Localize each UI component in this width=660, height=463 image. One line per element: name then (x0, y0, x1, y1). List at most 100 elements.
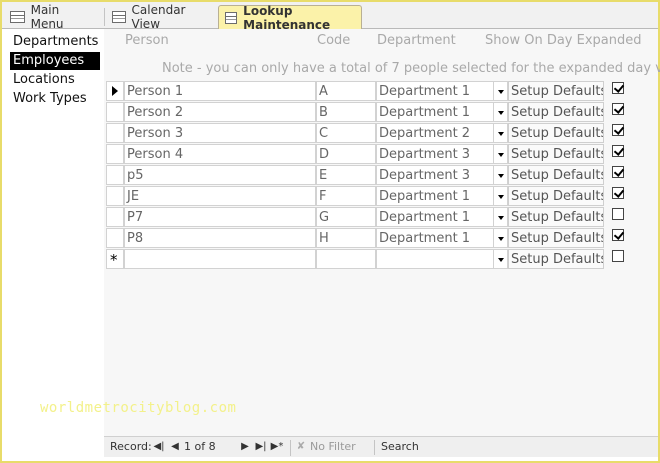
show-on-day-expanded-checkbox[interactable] (612, 82, 624, 94)
department-combo-new[interactable] (376, 249, 508, 269)
setup-defaults-button[interactable]: Setup Defaults (508, 207, 604, 227)
record-selector[interactable] (106, 144, 124, 164)
code-field-new[interactable] (316, 249, 376, 269)
chevron-down-icon[interactable] (493, 250, 507, 268)
show-on-day-expanded-checkbox[interactable] (612, 124, 624, 136)
department-value: Department 3 (379, 168, 471, 183)
show-on-day-expanded-checkbox[interactable] (612, 250, 624, 262)
selection-limit-note: Note - you can only have a total of 7 pe… (162, 61, 660, 76)
nav-item-work-types[interactable]: Work Types (10, 90, 90, 108)
department-value: Department 1 (379, 105, 471, 120)
record-selector[interactable] (106, 102, 124, 122)
tab-label: Lookup Maintenance (243, 3, 331, 32)
show-on-day-expanded-checkbox[interactable] (612, 187, 624, 199)
person-field[interactable]: P8 (124, 228, 316, 248)
setup-defaults-button[interactable]: Setup Defaults (508, 165, 604, 185)
person-field[interactable]: Person 4 (124, 144, 316, 164)
person-field[interactable]: Person 3 (124, 123, 316, 143)
setup-defaults-button[interactable]: Setup Defaults (508, 186, 604, 206)
chevron-down-icon[interactable] (493, 187, 507, 205)
department-combo[interactable]: Department 2 (376, 123, 508, 143)
code-field[interactable]: E (316, 165, 376, 185)
tab-calendar-view[interactable]: Calendar View (106, 3, 216, 31)
employees-form: Person Code Department Show On Day Expan… (104, 29, 660, 436)
tab-main-menu[interactable]: Main Menu (4, 3, 105, 31)
department-value: Department 1 (379, 189, 471, 204)
record-selector[interactable] (106, 186, 124, 206)
person-field[interactable]: P7 (124, 207, 316, 227)
chevron-down-icon[interactable] (493, 103, 507, 121)
current-record-arrow-icon (112, 86, 118, 96)
watermark: worldmetrocityblog.com (40, 400, 237, 416)
chevron-down-icon[interactable] (493, 208, 507, 226)
department-value: Department 1 (379, 231, 471, 246)
tab-label: Main Menu (30, 3, 64, 31)
chevron-down-icon[interactable] (493, 124, 507, 142)
record-selector[interactable] (106, 81, 124, 101)
show-on-day-expanded-checkbox[interactable] (612, 166, 624, 178)
filter-status[interactable]: No Filter (310, 440, 356, 453)
first-record-icon[interactable]: ◀| (152, 440, 166, 454)
tab-lookup-maintenance[interactable]: Lookup Maintenance (218, 3, 362, 32)
department-combo[interactable]: Department 1 (376, 228, 508, 248)
department-combo[interactable]: Department 3 (376, 144, 508, 164)
tab-label: Calendar View (131, 3, 186, 31)
chevron-down-icon[interactable] (493, 145, 507, 163)
new-record-icon[interactable]: ▶* (270, 440, 284, 454)
header-department: Department (377, 33, 456, 48)
filter-icon[interactable]: ✘ (294, 440, 308, 454)
record-label: Record: (110, 440, 152, 453)
setup-defaults-button[interactable]: Setup Defaults (508, 102, 604, 122)
setup-defaults-button[interactable]: Setup Defaults (508, 123, 604, 143)
person-field[interactable]: Person 1 (124, 81, 316, 101)
record-selector[interactable] (106, 123, 124, 143)
code-field[interactable]: B (316, 102, 376, 122)
record-selector[interactable] (106, 228, 124, 248)
lookup-nav-list: Departments Employees Locations Work Typ… (2, 29, 104, 459)
current-record-field[interactable]: 1 of 8 (184, 440, 234, 453)
show-on-day-expanded-checkbox[interactable] (612, 229, 624, 241)
nav-item-departments[interactable]: Departments (10, 33, 101, 51)
form-icon (112, 11, 126, 23)
chevron-down-icon[interactable] (493, 229, 507, 247)
department-value: Department 2 (379, 126, 471, 141)
department-combo[interactable]: Department 1 (376, 186, 508, 206)
show-on-day-expanded-checkbox[interactable] (612, 145, 624, 157)
code-field[interactable]: F (316, 186, 376, 206)
code-field[interactable]: D (316, 144, 376, 164)
department-value: Department 1 (379, 84, 471, 99)
previous-record-icon[interactable]: ◀ (168, 440, 182, 454)
department-combo[interactable]: Department 1 (376, 102, 508, 122)
person-field[interactable]: JE (124, 186, 316, 206)
department-combo[interactable]: Department 1 (376, 207, 508, 227)
code-field[interactable]: G (316, 207, 376, 227)
nav-item-employees[interactable]: Employees (10, 52, 100, 70)
setup-defaults-button[interactable]: Setup Defaults (508, 81, 604, 101)
show-on-day-expanded-checkbox[interactable] (612, 103, 624, 115)
record-selector[interactable] (106, 207, 124, 227)
next-record-icon[interactable]: ▶ (238, 440, 252, 454)
department-value: Department 3 (379, 147, 471, 162)
department-combo[interactable]: Department 3 (376, 165, 508, 185)
new-record-selector[interactable]: * (106, 249, 124, 269)
department-value: Department 1 (379, 210, 471, 225)
setup-defaults-button[interactable]: Setup Defaults (508, 144, 604, 164)
record-selector[interactable] (106, 165, 124, 185)
header-show-on-day-expanded: Show On Day Expanded (485, 33, 642, 48)
setup-defaults-button[interactable]: Setup Defaults (508, 228, 604, 248)
person-field[interactable]: p5 (124, 165, 316, 185)
chevron-down-icon[interactable] (493, 166, 507, 184)
record-navigation-bar: Record: ◀| ◀ 1 of 8 ▶ ▶| ▶* ✘ No Filter … (104, 436, 658, 457)
person-field-new[interactable] (124, 249, 316, 269)
nav-item-locations[interactable]: Locations (10, 71, 78, 89)
department-combo[interactable]: Department 1 (376, 81, 508, 101)
code-field[interactable]: C (316, 123, 376, 143)
search-field[interactable]: Search (374, 440, 464, 455)
setup-defaults-button[interactable]: Setup Defaults (508, 249, 604, 269)
chevron-down-icon[interactable] (493, 82, 507, 100)
last-record-icon[interactable]: ▶| (254, 440, 268, 454)
show-on-day-expanded-checkbox[interactable] (612, 208, 624, 220)
code-field[interactable]: A (316, 81, 376, 101)
code-field[interactable]: H (316, 228, 376, 248)
person-field[interactable]: Person 2 (124, 102, 316, 122)
